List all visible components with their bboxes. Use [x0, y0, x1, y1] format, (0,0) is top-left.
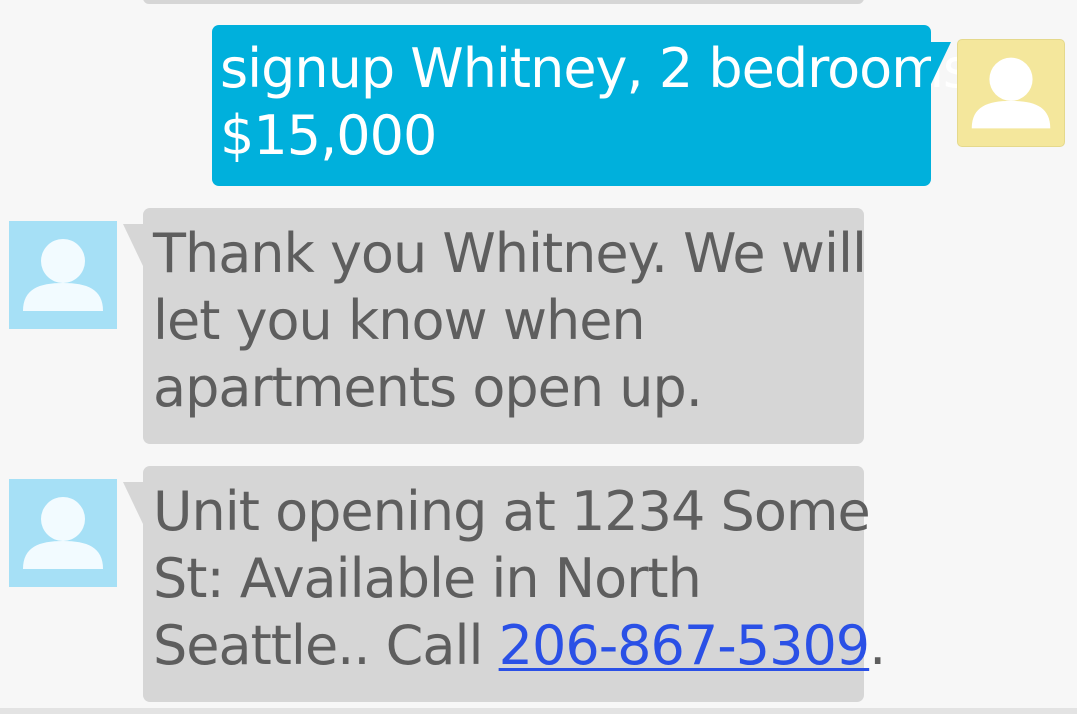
- message-text-segment: Seattle.. Call: [153, 614, 499, 677]
- contact-avatar[interactable]: [9, 221, 117, 329]
- message-text-line: Thank you Whitney. We will: [153, 222, 867, 285]
- compose-bar-edge: [0, 708, 1077, 714]
- user-silhouette-icon: [23, 497, 103, 569]
- message-thread: signup Whitney, 2 bedrooms, $15,000 Than…: [0, 0, 1077, 714]
- user-silhouette-icon: [971, 57, 1051, 129]
- message-text-line: let you know when: [153, 289, 646, 352]
- message-text-line: St: Available in North: [153, 547, 702, 610]
- message-text-line: apartments open up.: [153, 356, 703, 419]
- received-message-bubble[interactable]: Unit opening at 1234 Some St: Available …: [123, 466, 886, 702]
- phone-number-link[interactable]: 206-867-5309: [499, 614, 871, 677]
- previous-message-bubble[interactable]: [143, 0, 864, 4]
- my-avatar[interactable]: [957, 39, 1065, 147]
- message-text-line: signup Whitney, 2 bedrooms,: [220, 37, 987, 100]
- message-text-segment: .: [869, 614, 886, 677]
- user-silhouette-icon: [23, 239, 103, 311]
- message-text-line: Seattle.. Call 206-867-5309.: [153, 612, 886, 679]
- sent-message-bubble[interactable]: signup Whitney, 2 bedrooms, $15,000: [212, 25, 987, 186]
- received-message-bubble[interactable]: Thank you Whitney. We will let you know …: [123, 208, 867, 444]
- contact-avatar[interactable]: [9, 479, 117, 587]
- message-text-line: $15,000: [220, 104, 437, 167]
- message-text-line: Unit opening at 1234 Some: [153, 480, 871, 543]
